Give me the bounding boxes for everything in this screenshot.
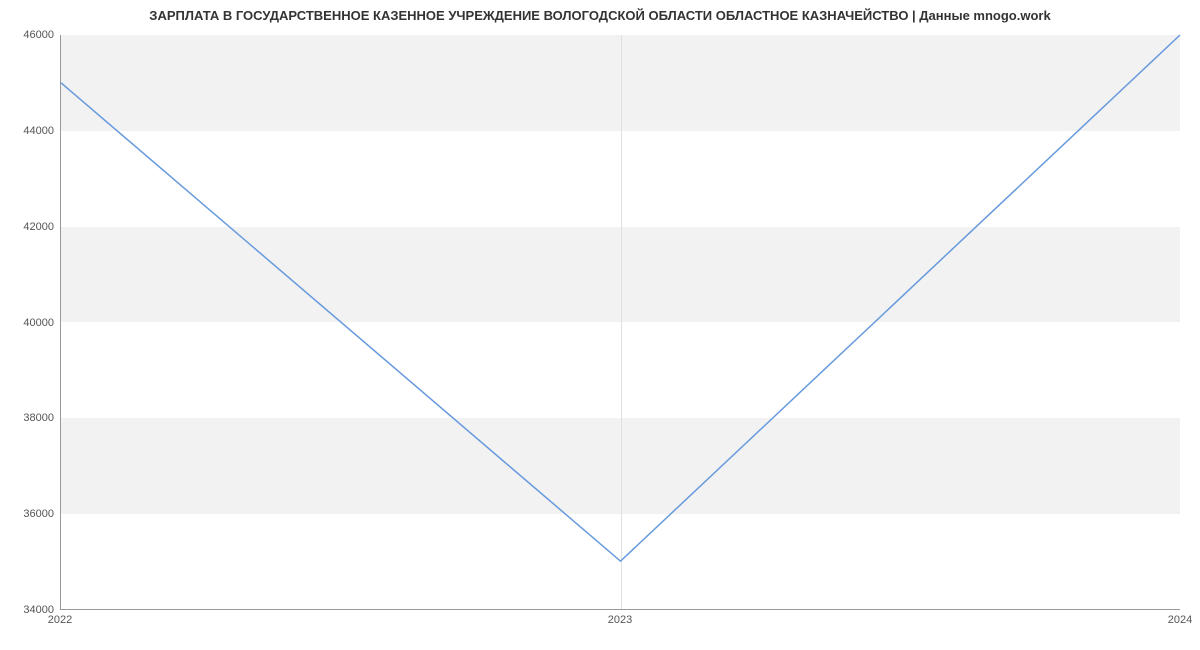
x-tick-label: 2024 <box>1168 614 1192 626</box>
y-tick-label: 40000 <box>23 317 54 329</box>
y-tick-label: 42000 <box>23 221 54 233</box>
y-tick-label: 38000 <box>23 412 54 424</box>
line-series <box>61 35 1180 609</box>
chart-title: ЗАРПЛАТА В ГОСУДАРСТВЕННОЕ КАЗЕННОЕ УЧРЕ… <box>0 8 1200 23</box>
x-tick-label: 2022 <box>48 614 72 626</box>
y-tick-label: 44000 <box>23 125 54 137</box>
y-tick-label: 46000 <box>23 29 54 41</box>
x-tick-label: 2023 <box>608 614 632 626</box>
y-tick-label: 36000 <box>23 508 54 520</box>
chart-container: ЗАРПЛАТА В ГОСУДАРСТВЕННОЕ КАЗЕННОЕ УЧРЕ… <box>0 0 1200 650</box>
plot-area <box>60 35 1180 610</box>
